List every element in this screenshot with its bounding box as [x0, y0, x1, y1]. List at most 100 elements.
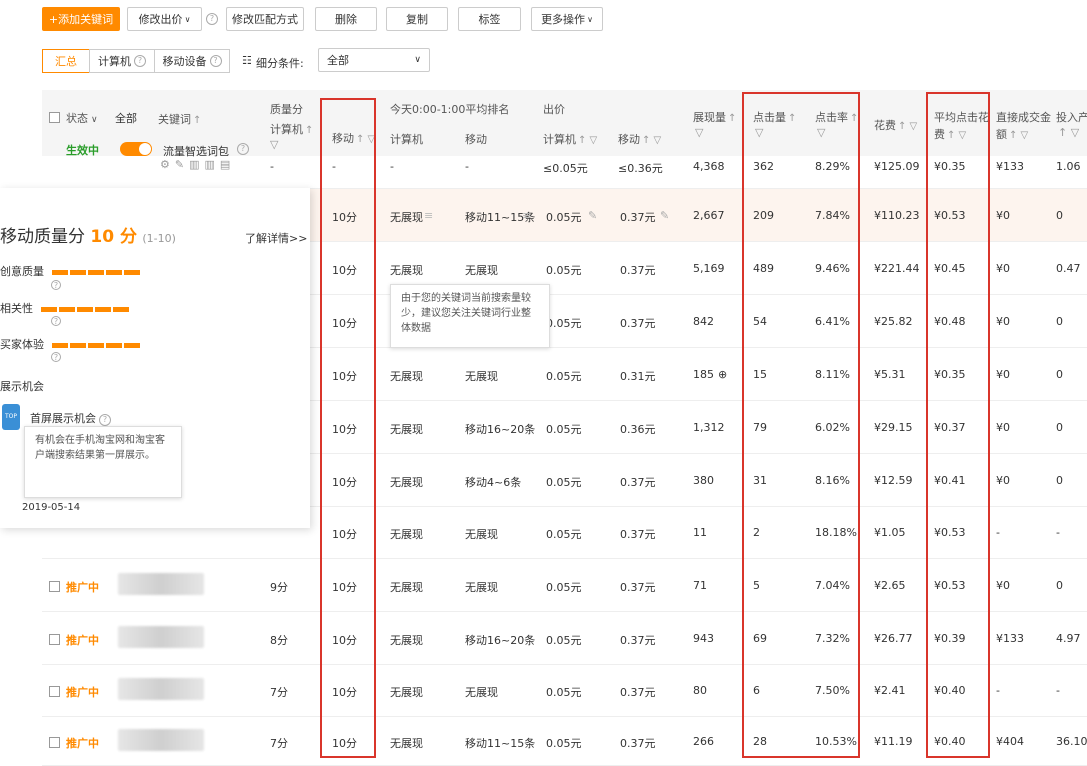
cell-ctr: 7.84% — [815, 209, 850, 222]
copy-button[interactable]: 复制 — [386, 7, 448, 31]
help-icon[interactable]: ? — [134, 55, 146, 67]
cell-clk: 209 — [753, 209, 774, 222]
help-icon[interactable]: ? — [209, 55, 222, 67]
rank-mobile-header: 移动 — [465, 133, 487, 146]
add-keyword-button[interactable]: +添加关键词 — [42, 7, 120, 31]
cell-bid-m: 0.37元 — [620, 264, 656, 277]
select-all-checkbox[interactable] — [49, 112, 60, 123]
panel-item-label: 相关性 — [0, 302, 33, 315]
bid-mobile-header[interactable]: 移动 ↑ ▽ — [618, 131, 661, 147]
tab-summary[interactable]: 汇总 — [42, 49, 90, 73]
modify-bid-dropdown[interactable]: 修改出价 ∨ — [127, 7, 202, 31]
tag-button[interactable]: 标签 — [458, 7, 521, 31]
cell-cost: ¥12.59 — [874, 474, 913, 487]
keyword-redacted — [118, 729, 204, 751]
cell-cost: ¥11.19 — [874, 735, 913, 748]
help-icon[interactable]: ? — [206, 13, 218, 25]
cell-bid-pc: 0.05元 — [546, 737, 582, 750]
chevron-down-icon: ∨ — [184, 14, 191, 24]
cell-ctr: 10.53% — [815, 735, 857, 748]
cell-clk: 489 — [753, 262, 774, 275]
pkg-cpc: ¥0.35 — [934, 160, 966, 173]
help-icon[interactable]: ? — [51, 316, 61, 326]
status-toggle[interactable] — [120, 142, 152, 156]
cell-cpc: ¥0.39 — [934, 632, 966, 645]
keyword-redacted — [118, 626, 204, 648]
avg-cpc-header-2[interactable]: 费 ↑ ▽ — [934, 126, 966, 142]
cost-header[interactable]: 花费 ↑ ▽ — [874, 117, 917, 133]
row-checkbox[interactable] — [49, 634, 60, 645]
cell-imp: 2,667 — [693, 209, 725, 222]
filter-icon[interactable]: ▽ — [270, 138, 278, 151]
cell-roi: 0 — [1056, 209, 1063, 222]
cell-bid-m: 0.37元 — [620, 476, 656, 489]
qs-mobile-header[interactable]: 移动 ↑ ▽ — [332, 130, 375, 146]
cell-rank-pc: 无展现 — [390, 634, 423, 647]
cell-qs-m: 10分 — [332, 581, 357, 594]
row-checkbox[interactable] — [49, 686, 60, 697]
row-checkbox[interactable] — [49, 581, 60, 592]
cell-bid-m: 0.37元 — [620, 211, 656, 224]
row-checkbox[interactable] — [49, 737, 60, 748]
filter-icon[interactable]: ▽ — [695, 126, 703, 139]
ctr-header[interactable]: 点击率 ↑ — [815, 109, 858, 125]
delete-button[interactable]: 删除 — [315, 7, 377, 31]
cell-imp: 842 — [693, 315, 714, 328]
tab-computer-label: 计算机 — [98, 55, 131, 68]
rank-computer-header: 计算机 — [390, 133, 423, 146]
edit-icon[interactable]: ✎ — [660, 209, 669, 222]
more-ops-dropdown[interactable]: 更多操作 ∨ — [531, 7, 603, 31]
cell-roi: 0 — [1056, 474, 1063, 487]
cell-cost: ¥110.23 — [874, 209, 920, 222]
sort-icon: ↑ ▽ — [578, 135, 598, 146]
cell-imp: 71 — [693, 579, 707, 592]
status-all[interactable]: 全部 — [115, 110, 137, 126]
modify-match-button[interactable]: 修改匹配方式 — [226, 7, 304, 31]
qs-computer-header[interactable]: 计算机 ↑ — [270, 121, 313, 137]
cell-cpc: ¥0.40 — [934, 735, 966, 748]
filter-icon[interactable]: ▽ — [755, 126, 763, 139]
first-screen-label: 首屏展示机会? — [30, 410, 111, 426]
tab-computer[interactable]: 计算机? — [89, 49, 155, 73]
filter-icon[interactable]: ▽ — [817, 126, 825, 139]
keyword-header[interactable]: 关键词 ↑ — [158, 111, 201, 127]
cell-bid-pc: 0.05元 — [546, 528, 582, 541]
status-header[interactable]: 状态 ∨ — [66, 110, 98, 126]
rank-header: 今天0:00-1:00平均排名 — [390, 103, 510, 116]
cell-cpc: ¥0.35 — [934, 368, 966, 381]
tab-mobile-label: 移动设备 — [162, 55, 207, 68]
help-icon[interactable]: ? — [99, 414, 111, 426]
cell-roi: - — [1056, 526, 1060, 539]
help-icon[interactable]: ? — [51, 352, 61, 362]
status-label: 生效中 — [66, 144, 99, 157]
rank-detail-icon[interactable]: ≡ — [424, 209, 433, 222]
rank-detail-icon[interactable]: ≡ — [522, 209, 531, 222]
cell-ctr: 7.04% — [815, 579, 850, 592]
cell-qs-m: 10分 — [332, 528, 357, 541]
help-icon[interactable]: ? — [51, 280, 61, 290]
learn-more-link[interactable]: 了解详情>> — [245, 230, 307, 246]
cell-bid-m: 0.37元 — [620, 737, 656, 750]
row-status: 推广中 — [66, 737, 99, 750]
cell-bid-pc: 0.05元 — [546, 264, 582, 277]
bid-computer-header[interactable]: 计算机 ↑ ▽ — [543, 131, 597, 147]
package-action-icons[interactable]: ⚙✎▥▥▤ — [160, 158, 235, 171]
pkg-rank-mobile: - — [465, 160, 469, 173]
tab-mobile[interactable]: 移动设备? — [154, 49, 230, 73]
cell-cpc: ¥0.40 — [934, 684, 966, 697]
more-ops-label: 更多操作 — [541, 13, 586, 26]
sort-icon[interactable]: ↑ ▽ — [1058, 126, 1079, 139]
cell-bid-pc: 0.05元 — [546, 634, 582, 647]
detail-condition-select[interactable]: 全部 ∨ — [318, 48, 430, 72]
cell-qs-pc: 9分 — [270, 581, 288, 594]
cell-ctr: 7.50% — [815, 684, 850, 697]
edit-icon[interactable]: ✎ — [588, 209, 597, 222]
help-icon[interactable]: ? — [237, 143, 249, 155]
impressions-header[interactable]: 展现量 ↑ — [693, 109, 736, 125]
download-icon[interactable]: ⊕ — [718, 368, 727, 381]
direct-gmv-header-2[interactable]: 额 ↑ ▽ — [996, 126, 1028, 142]
panel-title: 移动质量分 10 分 (1-10) — [0, 222, 176, 247]
clicks-header[interactable]: 点击量 ↑ — [753, 109, 796, 125]
cell-qs-m: 10分 — [332, 423, 357, 436]
panel-item-label: 创意质量 — [0, 265, 44, 278]
